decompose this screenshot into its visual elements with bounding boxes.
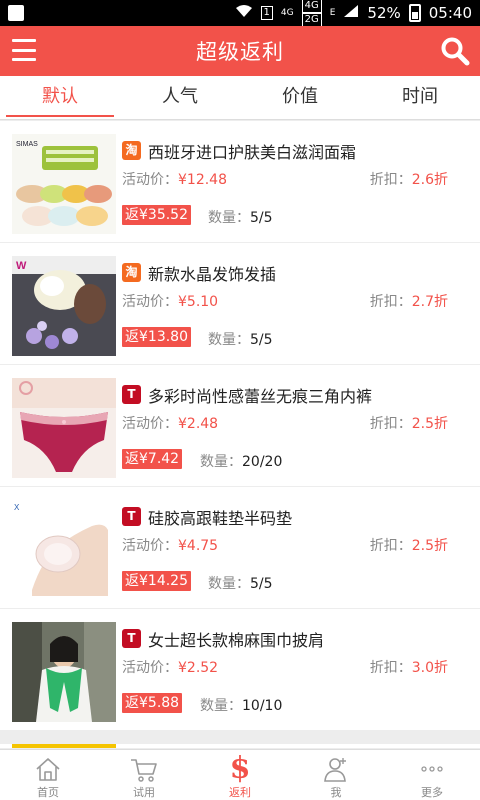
battery-icon bbox=[408, 4, 421, 22]
quantity-label: 数量： bbox=[208, 332, 250, 348]
wifi-icon bbox=[235, 4, 253, 22]
network-boxes: 4G 2G bbox=[301, 0, 322, 27]
discount-label: 折扣： bbox=[369, 172, 412, 188]
tmall-badge: T bbox=[122, 507, 141, 526]
discount-value: 2.5折 bbox=[411, 416, 448, 432]
product-image-hair-clip: W bbox=[12, 256, 116, 356]
product-image-face-cream: SIMAS bbox=[12, 134, 116, 234]
cart-icon bbox=[131, 759, 157, 782]
quantity-label: 数量： bbox=[208, 210, 250, 226]
tmall-badge: T bbox=[122, 629, 141, 648]
more-icon bbox=[421, 766, 443, 772]
product-name: 多彩时尚性感蕾丝无痕三角内裤 bbox=[148, 387, 373, 406]
activity-price-label: 活动价： bbox=[122, 538, 178, 554]
nav-more-label: 更多 bbox=[421, 786, 443, 799]
discount-value: 2.5折 bbox=[411, 538, 448, 554]
nav-trial-label: 试用 bbox=[133, 786, 155, 799]
product-name: 女士超长款棉麻围巾披肩 bbox=[148, 631, 325, 650]
tab-default[interactable]: 默认 bbox=[0, 76, 120, 119]
quantity-value: 20/20 bbox=[242, 454, 283, 470]
quantity-label: 数量： bbox=[208, 576, 250, 592]
network-e: E bbox=[329, 7, 336, 18]
page-title: 超级返利 bbox=[196, 40, 284, 64]
svg-text:W: W bbox=[16, 260, 27, 272]
rebate-badge: 返¥5.88 bbox=[122, 693, 183, 713]
activity-price: ¥2.48 bbox=[178, 416, 219, 432]
product-image-scarf bbox=[12, 622, 116, 722]
clock: 05:40 bbox=[428, 4, 472, 22]
activity-price: ¥5.10 bbox=[178, 294, 219, 310]
network-4g-box: 4G bbox=[301, 0, 322, 13]
sort-tabs: 默认 人气 价值 时间 bbox=[0, 76, 480, 120]
product-name: 硅胶高跟鞋垫半码垫 bbox=[148, 509, 293, 528]
home-icon bbox=[36, 758, 60, 781]
network-type: 4G bbox=[280, 7, 294, 18]
title-bar: 超级返利 bbox=[0, 26, 480, 76]
list-item[interactable]: W 淘 新款水晶发饰发插 活动价：¥5.10 折扣：2.7折 返¥13.80 数… bbox=[0, 243, 480, 364]
menu-icon[interactable] bbox=[12, 39, 36, 61]
product-image-underwear bbox=[12, 378, 116, 478]
rebate-badge: 返¥35.52 bbox=[122, 205, 191, 225]
tab-value[interactable]: 价值 bbox=[240, 76, 360, 119]
quantity-value: 5/5 bbox=[250, 210, 273, 226]
battery-percent: 52% bbox=[367, 4, 401, 22]
list-item[interactable]: X T 硅胶高跟鞋垫半码垫 活动价：¥4.75 折扣：2.5折 返¥14.25 … bbox=[0, 487, 480, 608]
tab-popularity[interactable]: 人气 bbox=[120, 76, 240, 119]
discount-label: 折扣： bbox=[369, 294, 412, 310]
user-icon bbox=[324, 758, 346, 782]
rebate-badge: 返¥13.80 bbox=[122, 327, 191, 347]
sim-indicator: 1 bbox=[260, 6, 273, 20]
product-name: 新款水晶发饰发插 bbox=[148, 265, 277, 284]
nav-rebate[interactable]: $ 返利 bbox=[192, 750, 288, 800]
nav-rebate-label: 返利 bbox=[229, 786, 251, 799]
nav-home[interactable]: 首页 bbox=[0, 750, 96, 800]
tab-time[interactable]: 时间 bbox=[360, 76, 480, 119]
quantity-value: 5/5 bbox=[250, 332, 273, 348]
nav-me-label: 我 bbox=[330, 786, 342, 799]
product-list: SIMAS 淘 西班牙进口护肤美白滋润面霜 活动价：¥12.48 折扣：2.6折… bbox=[0, 121, 480, 749]
product-image-insole-pad: X bbox=[12, 500, 116, 600]
signal-icon bbox=[343, 4, 359, 22]
product-name: 西班牙进口护肤美白滋润面霜 bbox=[148, 143, 357, 162]
discount-label: 折扣： bbox=[369, 660, 412, 676]
list-item-partial bbox=[0, 744, 480, 748]
taobao-badge: 淘 bbox=[122, 263, 141, 282]
quantity-label: 数量： bbox=[200, 454, 242, 470]
list-item[interactable]: T 女士超长款棉麻围巾披肩 活动价：¥2.52 折扣：3.0折 返¥5.88 数… bbox=[0, 609, 480, 730]
activity-price: ¥2.52 bbox=[178, 660, 219, 676]
rebate-badge: 返¥7.42 bbox=[122, 449, 183, 469]
activity-price-label: 活动价： bbox=[122, 416, 178, 432]
search-icon[interactable] bbox=[440, 36, 470, 66]
rebate-badge: 返¥14.25 bbox=[122, 571, 191, 591]
nav-more[interactable]: 更多 bbox=[384, 750, 480, 800]
nav-home-label: 首页 bbox=[37, 786, 59, 799]
nav-me[interactable]: 我 bbox=[288, 750, 384, 800]
discount-value: 2.7折 bbox=[411, 294, 448, 310]
discount-label: 折扣： bbox=[369, 538, 412, 554]
svg-text:X: X bbox=[14, 503, 20, 512]
discount-label: 折扣： bbox=[369, 416, 412, 432]
discount-value: 3.0折 bbox=[411, 660, 448, 676]
list-item[interactable]: SIMAS 淘 西班牙进口护肤美白滋润面霜 活动价：¥12.48 折扣：2.6折… bbox=[0, 121, 480, 242]
activity-price: ¥12.48 bbox=[178, 172, 227, 188]
discount-value: 2.6折 bbox=[411, 172, 448, 188]
quantity-value: 10/10 bbox=[242, 698, 283, 714]
bottom-nav: 首页 试用 $ 返利 我 更多 bbox=[0, 749, 480, 800]
nav-trial[interactable]: 试用 bbox=[96, 750, 192, 800]
activity-price-label: 活动价： bbox=[122, 660, 178, 676]
tmall-badge: T bbox=[122, 385, 141, 404]
status-bar: 1 4G 4G 2G E 52% 05:40 bbox=[0, 0, 480, 27]
taobao-badge: 淘 bbox=[122, 141, 141, 160]
network-4g-top: 4G bbox=[280, 7, 294, 18]
list-item[interactable]: T 多彩时尚性感蕾丝无痕三角内裤 活动价：¥2.48 折扣：2.5折 返¥7.4… bbox=[0, 365, 480, 486]
activity-price-label: 活动价： bbox=[122, 294, 178, 310]
network-2g-box: 2G bbox=[301, 13, 322, 27]
quantity-value: 5/5 bbox=[250, 576, 273, 592]
activity-price-label: 活动价： bbox=[122, 172, 178, 188]
notification-icon bbox=[8, 5, 24, 21]
activity-price: ¥4.75 bbox=[178, 538, 219, 554]
svg-text:SIMAS: SIMAS bbox=[16, 141, 38, 148]
dollar-icon: $ bbox=[229, 751, 251, 786]
quantity-label: 数量： bbox=[200, 698, 242, 714]
